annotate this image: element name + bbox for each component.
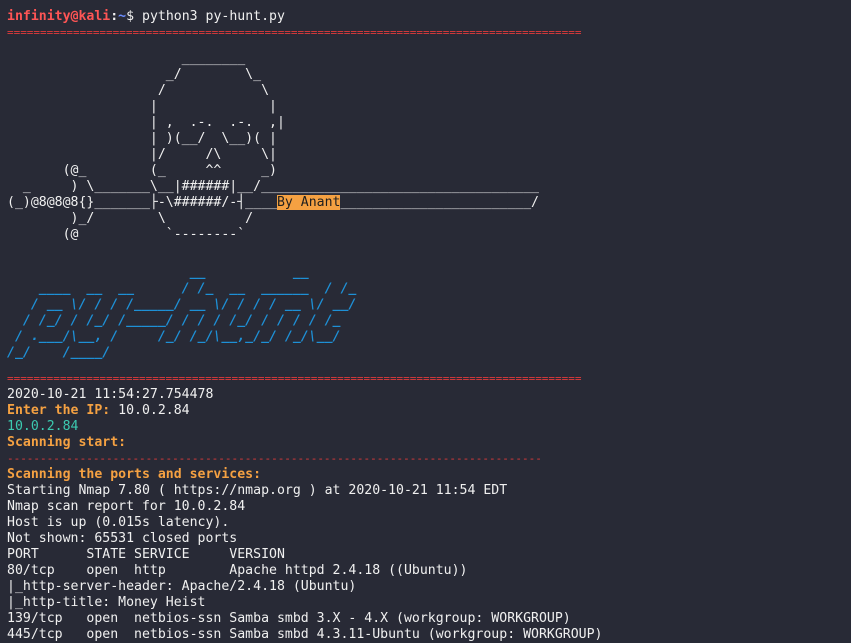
skull-art-segment: __________________________________ [269,179,539,194]
nmap-output-line: Starting Nmap 7.80 ( https://nmap.org ) … [7,483,508,498]
prompt-user-host: infinity@kali [7,9,111,24]
nmap-port-row: 80/tcp open http Apache httpd 2.4.18 ((U… [7,563,468,578]
skull-art-line: _ ) \_______\__|######|__/______________… [7,179,851,195]
py-hunt-logo: __ __ ____ __ __ / /_ __ ______ / /_ / _… [7,265,851,361]
skull-art-segment: ________________________/ [340,195,539,210]
skull-art-line: (@ `--------` [7,227,246,242]
skull-art-line: ________ [7,51,246,66]
logo-art-line: / __ \/ / / /_____/ __ \/ / / / __ \/ __… [7,297,357,312]
skull-art-line: | )(__/ \__)( | [7,131,277,146]
prompt-separator: : [110,9,119,24]
nmap-table-header: PORT STATE SERVICE VERSION [7,547,285,562]
dash-separator-line: ----------------------------------------… [7,452,542,465]
skull-ascii-art: ________ _/ \_ / \ | | | , .-. .-. ,| | … [7,51,851,243]
skull-art-line: (_)@8@8@8{}_______├-\######/-┤____By Ana… [7,195,851,211]
nmap-script-output: |_http-title: Money Heist [7,595,206,610]
command-text: python3 py-hunt.py [142,9,285,24]
author-badge: By Anant [276,195,341,210]
logo-art-line: __ __ [7,265,309,280]
scanning-start-label: Scanning start: [7,435,127,450]
terminal-window[interactable]: infinity@kali:~$ python3 py-hunt.py ====… [7,9,851,643]
logo-art-line: /_/ /____/ [7,345,111,360]
enter-ip-label: Enter the IP: [7,403,111,418]
entered-ip-value: 10.0.2.84 [110,403,190,418]
nmap-port-row: 139/tcp open netbios-ssn Samba smbd 3.X … [7,611,571,626]
logo-art-line: / /_/ / /_/ /_____/ / / / /_/ / / / / /_ [7,313,341,328]
nmap-output-line: Not shown: 65531 closed ports [7,531,238,546]
skull-art-line: | , .-. .-. ,| [7,115,285,130]
nmap-output-line: Nmap scan report for 10.0.2.84 [7,499,246,514]
logo-art-line: ____ __ __ / /_ __ ______ / /_ [7,281,357,296]
prompt-symbol: $ [126,9,143,24]
nmap-script-output: |_http-server-header: Apache/2.4.18 (Ubu… [7,579,357,594]
skull-art-line: / \ [7,83,270,98]
skull-art-segment: _ ) \_______\__|######|__/_ [7,179,270,194]
logo-art-line: / .___/\__, / /_/ /_/\__,_/_/ /_/\__/ [7,329,341,344]
scanning-ports-label: Scanning the ports and services: [7,467,262,482]
separator-line-middle: ========================================… [7,372,582,385]
nmap-output-line: Host is up (0.015s latency). [7,515,230,530]
ip-echo-line: 10.0.2.84 [7,419,79,434]
skull-art-line: | | [7,99,277,114]
timestamp-line: 2020-10-21 11:54:27.754478 [7,387,214,402]
skull-art-line: _/ \_ [7,67,262,82]
skull-art-line: (@_ (_ ^^ _) [7,163,277,178]
skull-art-line: |/ /\ \| [7,147,277,162]
separator-line-top: ========================================… [7,26,582,39]
skull-art-segment: (_)@8@8@8{}_______├-\######/-┤____ [7,195,277,210]
command-prompt-line: infinity@kali:~$ python3 py-hunt.py [7,9,851,25]
prompt-path: ~ [118,9,127,24]
skull-art-line: )_/ \ / [7,211,254,226]
ip-input-line[interactable]: Enter the IP: 10.0.2.84 [7,403,851,419]
